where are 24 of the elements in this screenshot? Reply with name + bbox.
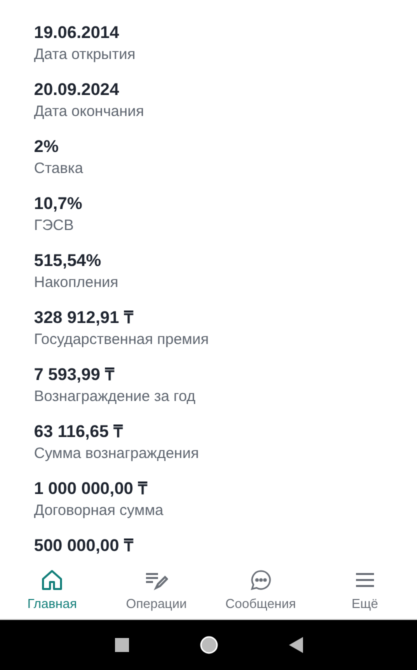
detail-value: 1 000 000,00 ₸ (34, 478, 147, 500)
detail-value: 19.06.2014 (34, 22, 120, 44)
detail-label: Накопления (34, 273, 118, 293)
detail-label: Ставка (34, 159, 84, 179)
detail-value: 10,7% (34, 193, 82, 215)
detail-value: 515,54% (34, 250, 102, 272)
detail-value: 20.09.2024 (34, 79, 120, 101)
chat-icon (248, 568, 273, 592)
back-icon[interactable] (288, 637, 302, 653)
detail-label: Дата окончания (34, 102, 144, 122)
detail-label: Договорная сумма (34, 501, 164, 521)
detail-value: 63 116,65 ₸ (34, 421, 122, 443)
home-button-icon[interactable] (198, 635, 218, 655)
detail-label: Государственная премия (34, 330, 209, 350)
detail-label: Вознаграждение за год (34, 387, 196, 407)
recents-icon[interactable] (114, 638, 128, 652)
home-icon (40, 568, 64, 592)
detail-value: 500 000,00 ₸ (34, 535, 133, 557)
detail-label: ГЭСВ (34, 216, 74, 236)
detail-value: 2% (34, 136, 59, 158)
detail-label: Сумма вознаграждения (34, 444, 199, 464)
detail-label: Дата открытия (34, 45, 136, 65)
detail-value: 7 593,99 ₸ (34, 364, 114, 386)
detail-value: 328 912,91 ₸ (34, 307, 133, 329)
